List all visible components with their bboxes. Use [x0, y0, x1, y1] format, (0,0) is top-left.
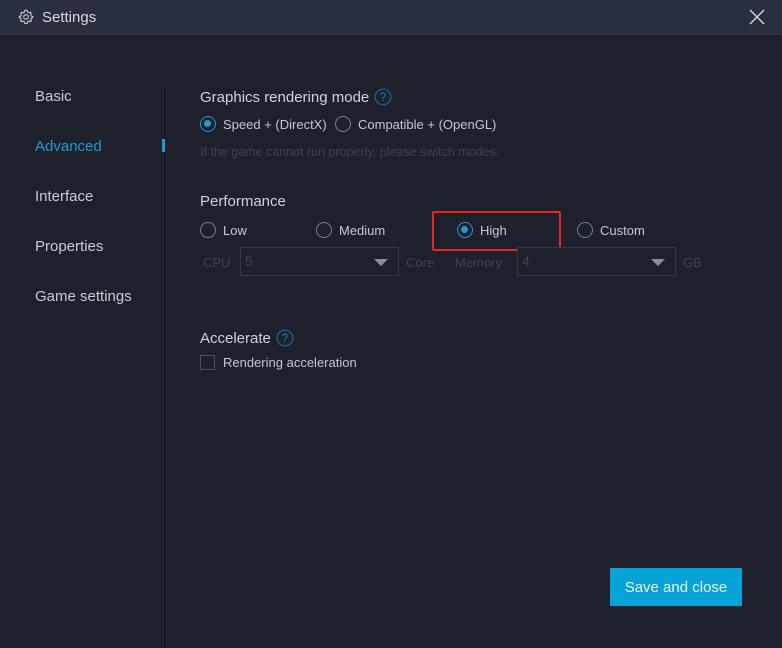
window-title: Settings	[42, 9, 97, 26]
radio-circle	[577, 222, 593, 238]
radio-circle	[457, 222, 473, 238]
sidebar-nav: Basic Advanced Interface Properties Game…	[0, 35, 165, 648]
checkbox-box	[200, 355, 215, 370]
question-circle-icon[interactable]: ?	[276, 329, 294, 347]
sidebar-divider	[164, 85, 165, 648]
memory-unit: GB	[683, 255, 702, 270]
checkbox-label: Rendering acceleration	[223, 355, 357, 370]
radio-circle	[316, 222, 332, 238]
radio-label: Medium	[339, 222, 386, 238]
radio-circle	[335, 116, 351, 132]
sidebar-item-advanced[interactable]: Advanced	[35, 138, 102, 155]
memory-select[interactable]: 4	[517, 247, 676, 276]
rendering-mode-title: Graphics rendering mode	[200, 88, 370, 106]
rendering-hint: If the game cannot run properly, please …	[200, 145, 500, 159]
dropdown-arrow-icon	[651, 259, 665, 266]
title-bar: Settings	[0, 0, 782, 35]
svg-text:?: ?	[380, 92, 386, 104]
radio-compatible-opengl[interactable]: Compatible + (OpenGL)	[335, 116, 496, 132]
radio-circle	[200, 222, 216, 238]
memory-value: 4	[522, 253, 530, 269]
settings-window: Settings Basic Advanced Interface Proper…	[0, 0, 782, 648]
radio-circle	[200, 116, 216, 132]
cpu-value: 5	[245, 253, 253, 269]
memory-label: Memory	[455, 255, 502, 270]
cpu-label: CPU	[203, 255, 231, 270]
dropdown-arrow-icon	[374, 259, 388, 266]
sidebar-item-interface[interactable]: Interface	[35, 188, 93, 205]
rendering-acceleration-checkbox[interactable]: Rendering acceleration	[200, 355, 357, 370]
radio-label: Low	[223, 222, 247, 238]
gear-icon	[18, 9, 34, 25]
radio-speed-directx[interactable]: Speed + (DirectX)	[200, 116, 327, 132]
close-icon[interactable]	[748, 8, 766, 26]
sidebar-item-basic[interactable]: Basic	[35, 88, 72, 105]
radio-label: Custom	[600, 222, 645, 238]
accelerate-section: Accelerate ?	[200, 329, 294, 347]
save-and-close-button[interactable]: Save and close	[610, 568, 742, 606]
performance-title: Performance	[200, 193, 286, 210]
sidebar-item-game-settings[interactable]: Game settings	[35, 288, 132, 305]
sidebar-item-properties[interactable]: Properties	[35, 238, 103, 255]
question-circle-icon[interactable]: ?	[374, 88, 392, 106]
svg-text:?: ?	[282, 333, 288, 345]
rendering-mode-section: Graphics rendering mode ?	[200, 88, 392, 106]
radio-low[interactable]: Low	[200, 222, 247, 238]
radio-medium[interactable]: Medium	[316, 222, 385, 238]
cpu-select[interactable]: 5	[240, 247, 399, 276]
radio-label: Compatible + (OpenGL)	[358, 116, 497, 132]
performance-section: Performance	[200, 193, 286, 210]
radio-high[interactable]: High	[457, 222, 507, 238]
radio-label: Speed + (DirectX)	[223, 116, 327, 132]
radio-custom[interactable]: Custom	[577, 222, 645, 238]
active-indicator	[162, 139, 165, 152]
radio-label: High	[480, 222, 507, 238]
accelerate-title: Accelerate	[200, 329, 271, 347]
cpu-unit: Core	[406, 255, 435, 270]
